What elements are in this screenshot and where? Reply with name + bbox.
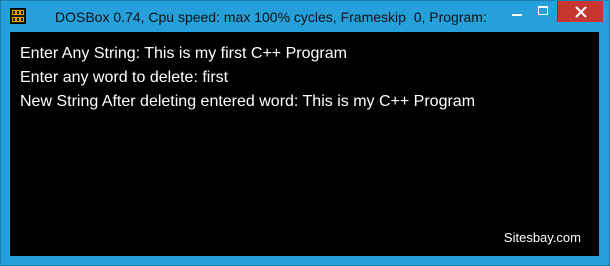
title-bar[interactable]: DOSBox 0.74, Cpu speed: max 100% cycles,… bbox=[1, 1, 609, 31]
maximize-icon bbox=[538, 6, 548, 15]
close-icon bbox=[575, 5, 587, 23]
watermark-text: Sitesbay.com bbox=[503, 230, 581, 245]
maximize-button[interactable] bbox=[530, 1, 557, 22]
close-button[interactable] bbox=[557, 1, 603, 22]
window-controls bbox=[503, 1, 603, 22]
dosbox-icon[interactable] bbox=[10, 8, 26, 24]
minimize-icon bbox=[512, 14, 522, 16]
window-title: DOSBox 0.74, Cpu speed: max 100% cycles,… bbox=[55, 9, 487, 25]
console-line-input-string: Enter Any String: This is my first C++ P… bbox=[20, 45, 347, 62]
console-screen[interactable]: Enter Any String: This is my first C++ P… bbox=[10, 32, 599, 256]
minimize-button[interactable] bbox=[503, 1, 530, 22]
console-line-result: New String After deleting entered word: … bbox=[20, 93, 476, 110]
console-line-delete-word: Enter any word to delete: first bbox=[20, 69, 229, 86]
dosbox-window: DOSBox 0.74, Cpu speed: max 100% cycles,… bbox=[0, 0, 610, 266]
